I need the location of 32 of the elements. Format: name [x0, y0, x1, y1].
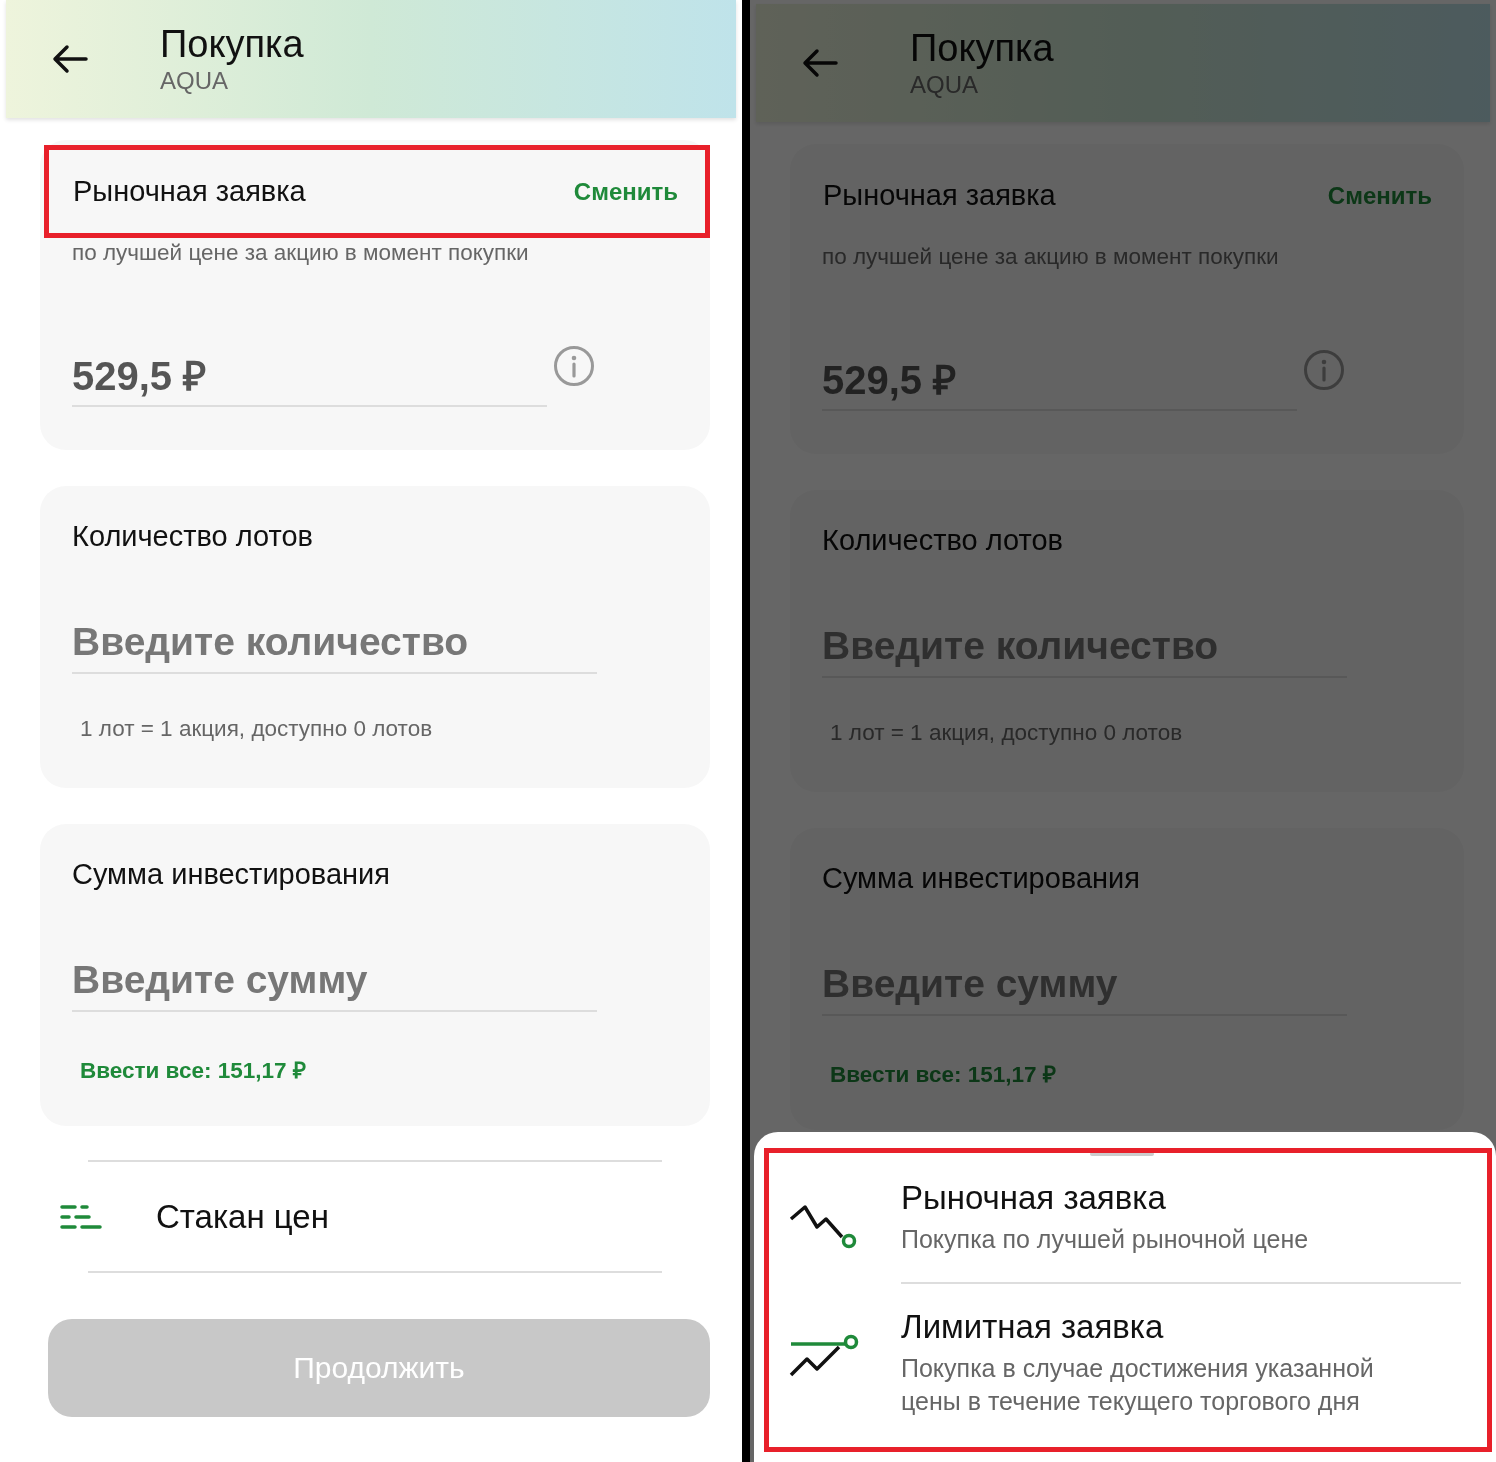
amount-label: Сумма инвестирования: [822, 861, 1141, 896]
price-field[interactable]: 529,5 ₽: [72, 344, 547, 407]
enter-all-link[interactable]: Ввести все: 151,17 ₽: [80, 1054, 710, 1085]
lots-hint: 1 лот = 1 акция, доступно 0 лотов: [830, 720, 1184, 746]
option-title[interactable]: Лимитная заявка: [901, 1306, 1461, 1348]
screen-title: Покупка: [160, 22, 304, 66]
lots-label: Количество лотов: [72, 519, 315, 554]
lots-hint: 1 лот = 1 акция, доступно 0 лотов: [80, 716, 434, 742]
change-link[interactable]: Сменить: [1327, 181, 1432, 210]
screen-title: Покупка: [910, 26, 1054, 70]
lots-label: Количество лотов: [822, 523, 1065, 558]
order-type-label: Рыночная заявка: [823, 179, 1056, 212]
back-arrow-icon[interactable]: [52, 44, 88, 74]
enter-all-link[interactable]: Ввести все: 151,17 ₽: [830, 1058, 1464, 1089]
amount-label: Сумма инвестирования: [72, 857, 391, 892]
order-type-description: по лучшей цене за акцию в момент покупки: [71, 240, 530, 266]
order-type-description: по лучшей цене за акцию в момент покупки: [821, 244, 1280, 270]
sheet-handle[interactable]: [1090, 1152, 1154, 1156]
change-link[interactable]: Сменить: [573, 177, 678, 206]
option-title[interactable]: Рыночная заявка: [901, 1177, 1461, 1219]
option-description: Покупка в случае достижения указанной цены в течение текущего торгового дня: [901, 1353, 1375, 1417]
order-book-row[interactable]: Стакан цен: [60, 1162, 662, 1271]
info-icon[interactable]: [553, 344, 595, 387]
option-description: Покупка по лучшей рыночной цене: [901, 1224, 1310, 1255]
order-type-label: Рыночная заявка: [73, 175, 306, 208]
info-icon[interactable]: [1303, 348, 1345, 391]
price-field[interactable]: 529,5 ₽: [822, 348, 1297, 411]
order-book-icon: [60, 1203, 102, 1230]
amount-field[interactable]: Введите сумму: [72, 954, 597, 1012]
quantity-field[interactable]: Введите количество: [72, 616, 597, 674]
rising-chart-icon: [789, 1334, 861, 1378]
ticker-label: AQUA: [160, 66, 229, 96]
